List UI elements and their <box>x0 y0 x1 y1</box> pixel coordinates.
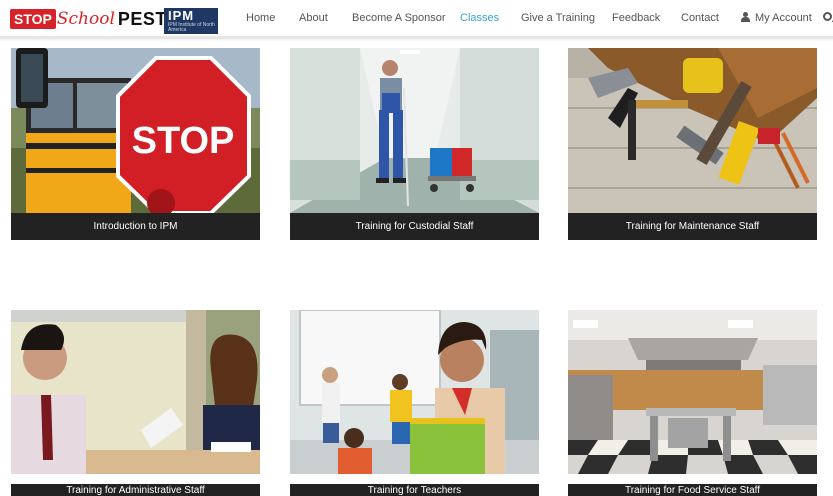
card-label: Training for Teachers <box>290 484 539 496</box>
class-card-food-service[interactable]: Training for Food Service Staff <box>568 310 817 496</box>
tool-belt-image <box>568 48 817 213</box>
ipm-institute-logo[interactable]: IPM IPM Institute of North America <box>164 8 218 34</box>
user-icon <box>741 12 750 22</box>
logo-school-text: School <box>56 9 115 29</box>
svg-text:STOP: STOP <box>132 120 235 162</box>
nav-my-account-label: My Account <box>755 12 812 24</box>
nav-become-a-sponsor[interactable]: Become A Sponsor <box>352 12 446 24</box>
office-staff-image <box>11 310 260 474</box>
nav-feedback[interactable]: Feedback <box>612 12 660 24</box>
card-label: Training for Maintenance Staff <box>568 213 817 240</box>
teacher-classroom-image <box>290 310 539 474</box>
site-header: STOP School PESTS IPM IPM Institute of N… <box>0 0 833 39</box>
card-label: Training for Food Service Staff <box>568 484 817 496</box>
card-label: Introduction to IPM <box>11 213 260 240</box>
stop-sign-school-bus-image: STOP <box>11 48 260 213</box>
nav-about[interactable]: About <box>299 12 328 24</box>
nav-contact[interactable]: Contact <box>681 12 719 24</box>
nav-home[interactable]: Home <box>246 12 275 24</box>
logo-stop-text: STOP <box>10 9 56 29</box>
school-kitchen-image <box>568 310 817 474</box>
ipm-logo-subtext: IPM Institute of North America <box>168 22 215 33</box>
class-card-teachers[interactable]: Training for Teachers <box>290 310 539 496</box>
ipm-logo-text: IPM <box>168 8 195 23</box>
nav-give-a-training[interactable]: Give a Training <box>521 12 595 24</box>
class-card-intro-ipm[interactable]: STOP Introduction to IPM <box>11 48 260 240</box>
class-card-maintenance[interactable]: Training for Maintenance Staff <box>568 48 817 240</box>
stop-school-pests-logo[interactable]: STOP School PESTS <box>10 6 179 32</box>
search-icon[interactable] <box>823 12 832 21</box>
card-label: Training for Custodial Staff <box>290 213 539 240</box>
class-card-custodial[interactable]: Training for Custodial Staff <box>290 48 539 240</box>
nav-my-account[interactable]: My Account <box>741 12 812 24</box>
card-label: Training for Administrative Staff <box>11 484 260 496</box>
class-card-administrative[interactable]: Training for Administrative Staff <box>11 310 260 496</box>
custodian-with-mop-image <box>290 48 539 213</box>
nav-classes[interactable]: Classes <box>460 12 499 24</box>
